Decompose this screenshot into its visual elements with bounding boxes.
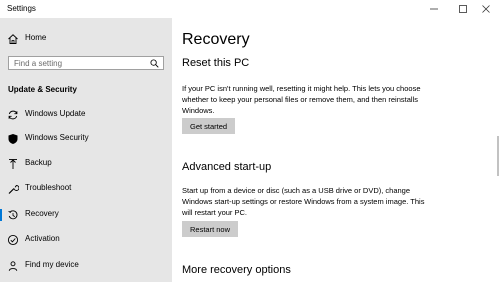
get-started-button[interactable]: Get started: [182, 118, 236, 134]
check-circle-icon: [7, 234, 19, 246]
title-bar: Settings: [0, 0, 500, 18]
wrench-icon: [8, 185, 19, 194]
sidebar-item-label: Troubleshoot: [25, 183, 72, 192]
settings-window: Settings Home Update & Security: [0, 0, 500, 282]
close-button[interactable]: [472, 0, 500, 18]
scrollbar[interactable]: [496, 36, 500, 186]
main-content: Recovery Reset this PC If your PC isn't …: [172, 18, 500, 282]
search-icon[interactable]: [150, 59, 159, 68]
search-box[interactable]: [8, 56, 164, 70]
sidebar-item-backup[interactable]: Backup: [0, 155, 172, 173]
sidebar-item-label: Home: [25, 33, 47, 42]
recovery-icon: [8, 210, 18, 220]
active-indicator: [0, 209, 2, 221]
sidebar-item-activation[interactable]: Activation: [0, 231, 172, 249]
sidebar-item-troubleshoot[interactable]: Troubleshoot: [0, 180, 172, 198]
more-recovery-heading: More recovery options: [182, 264, 291, 276]
sidebar-item-find-my-device[interactable]: Find my device: [0, 257, 172, 275]
minimize-button[interactable]: [420, 0, 448, 18]
sync-icon: [8, 110, 18, 120]
page-title: Recovery: [182, 31, 250, 48]
advanced-startup-description: Start up from a device or disc (such as …: [182, 186, 425, 217]
section-title: Update & Security: [8, 85, 77, 94]
scrollbar-thumb[interactable]: [497, 136, 499, 176]
sidebar-item-windows-update[interactable]: Windows Update: [0, 106, 172, 124]
sidebar-item-label: Windows Update: [25, 109, 86, 118]
sidebar-item-label: Recovery: [25, 209, 59, 218]
sidebar-item-windows-security[interactable]: Windows Security: [0, 130, 172, 148]
home-icon: [8, 34, 18, 44]
sidebar-item-recovery[interactable]: Recovery: [0, 206, 172, 224]
reset-heading: Reset this PC: [182, 57, 250, 69]
shield-icon: [8, 134, 18, 144]
search-input[interactable]: [9, 57, 150, 69]
upload-icon: [9, 159, 17, 169]
restart-now-button[interactable]: Restart now: [182, 221, 239, 237]
sidebar-item-label: Activation: [25, 234, 60, 243]
sidebar: Home Update & Security Windows Update: [0, 18, 172, 282]
sidebar-item-label: Windows Security: [25, 133, 89, 142]
advanced-startup-heading: Advanced start-up: [182, 161, 272, 173]
window-title: Settings: [7, 4, 36, 13]
close-icon: [482, 5, 490, 13]
sidebar-item-label: Find my device: [25, 260, 79, 269]
sidebar-item-label: Backup: [25, 158, 52, 167]
sidebar-item-home[interactable]: Home: [0, 30, 172, 48]
minimize-icon: [430, 8, 438, 10]
person-pin-icon: [8, 261, 18, 271]
maximize-icon: [459, 5, 467, 13]
reset-description: If your PC isn't running well, resetting…: [182, 84, 421, 115]
